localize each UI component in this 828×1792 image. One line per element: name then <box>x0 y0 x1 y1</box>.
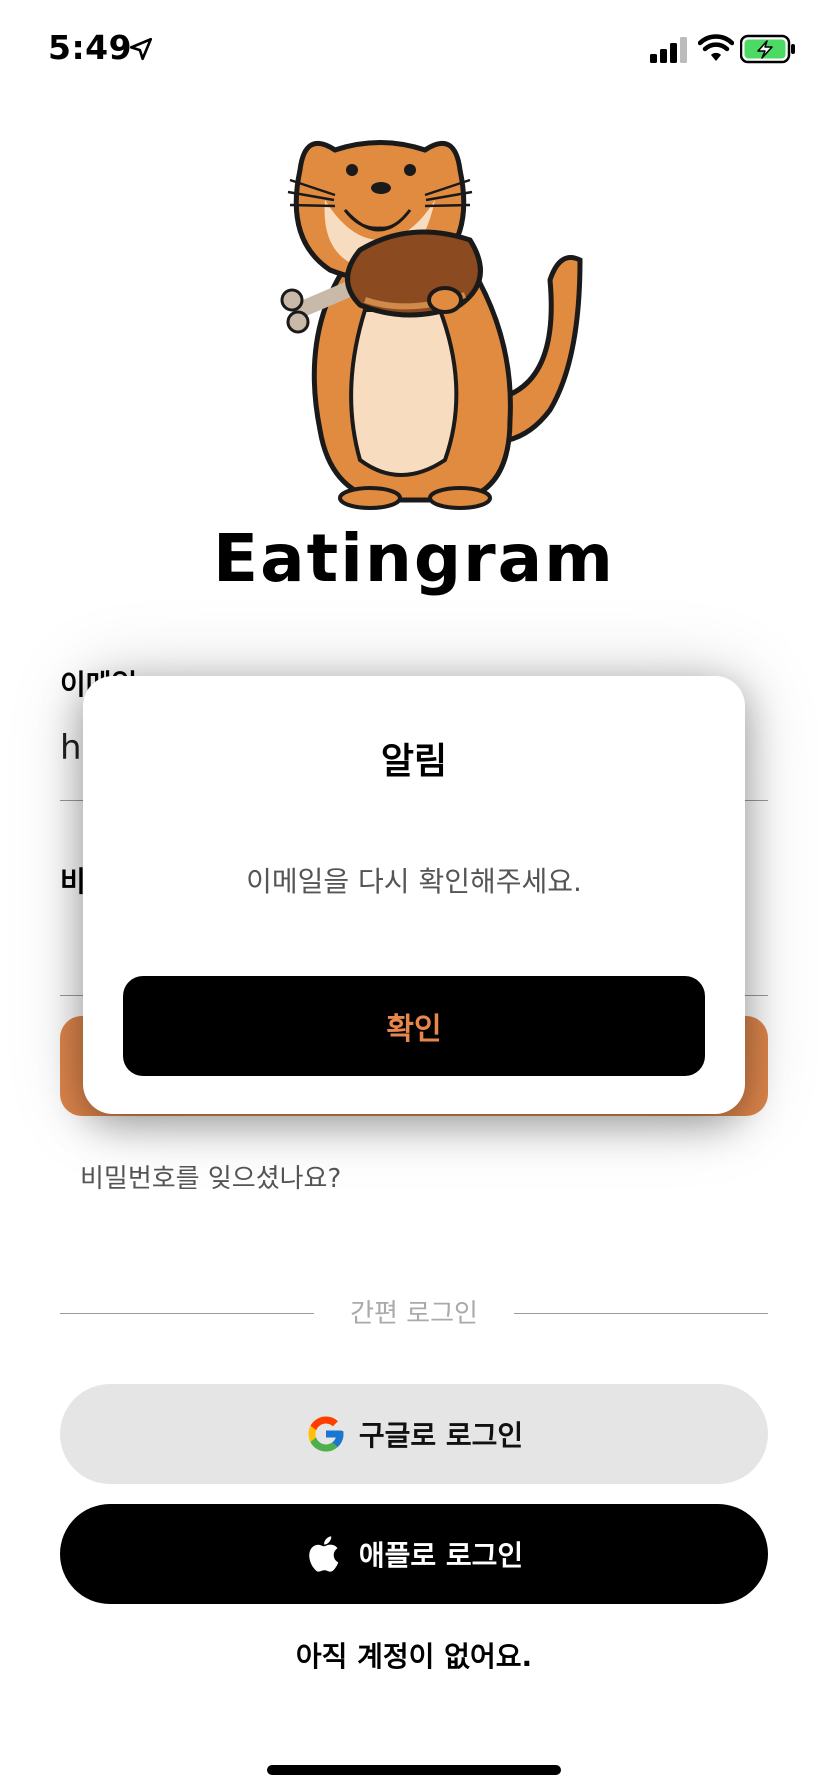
alert-dialog: 알림 이메일을 다시 확인해주세요. 확인 <box>83 676 745 1114</box>
alert-title: 알림 <box>380 741 448 782</box>
alert-confirm-button[interactable]: 확인 <box>123 976 705 1076</box>
alert-message: 이메일을 다시 확인해주세요. <box>246 865 582 898</box>
alert-confirm-label: 확인 <box>386 1012 442 1047</box>
